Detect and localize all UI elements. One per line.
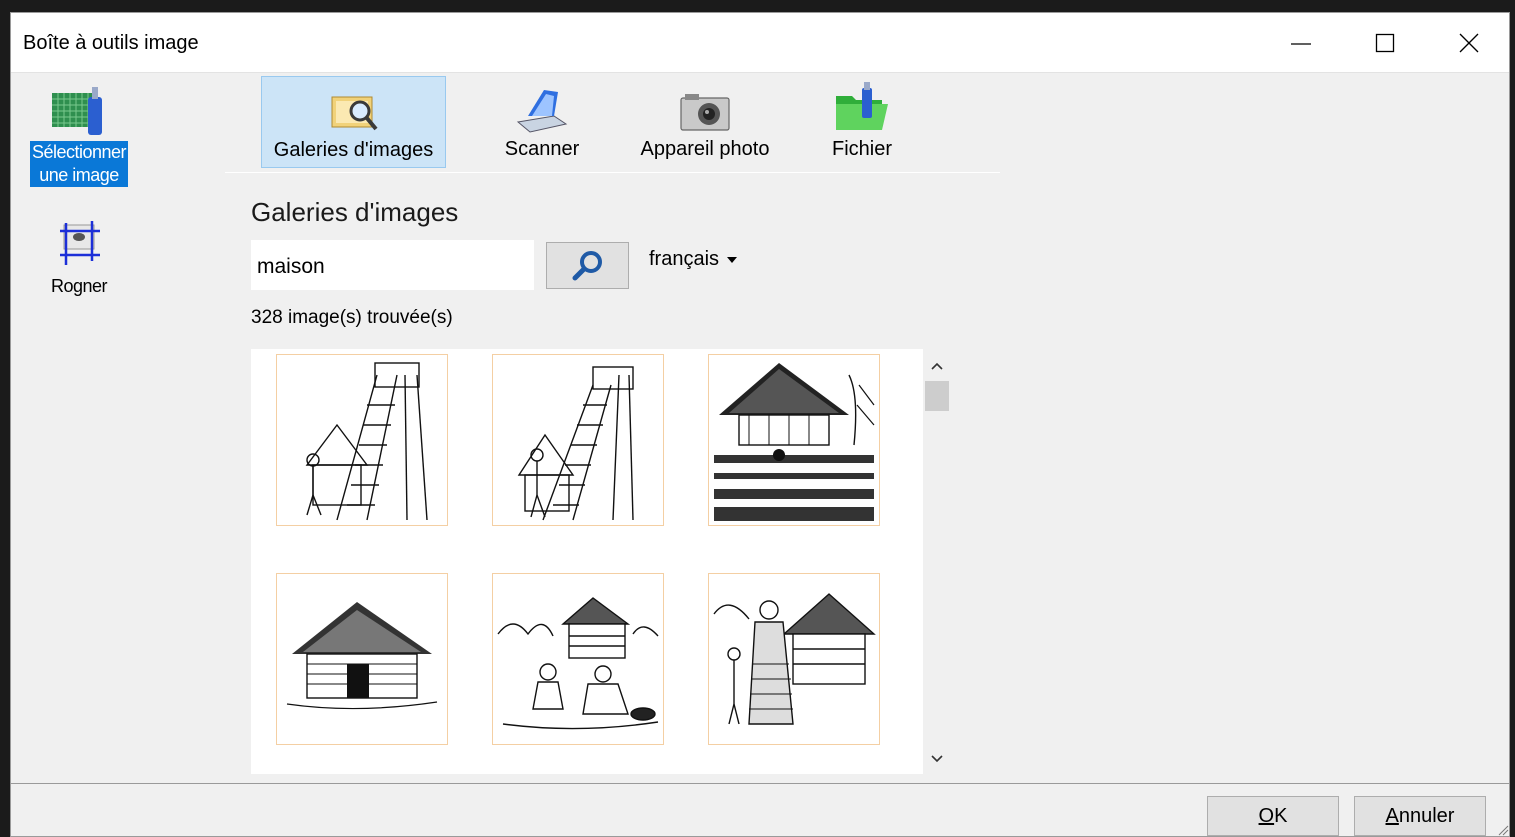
- tab-scanner[interactable]: Scanner: [487, 76, 597, 168]
- search-icon: [572, 250, 602, 280]
- thatched-house-illustration: [286, 602, 438, 710]
- thatched-house-garden-illustration: [714, 363, 875, 521]
- resize-grip-icon[interactable]: [1495, 822, 1509, 836]
- tab-camera[interactable]: Appareil photo: [625, 76, 785, 168]
- image-gallery-grid: [251, 349, 923, 774]
- ok-label-rest: K: [1274, 804, 1288, 827]
- chevron-down-icon: [931, 755, 943, 763]
- gallery-thumbnail[interactable]: [492, 573, 664, 745]
- chevron-up-icon: [931, 362, 943, 370]
- gallery-thumbnail[interactable]: [276, 354, 448, 526]
- tool-select-image[interactable]: Sélectionner une image: [17, 83, 141, 187]
- gallery-thumbnail[interactable]: [708, 573, 880, 745]
- cancel-button[interactable]: Annuler: [1354, 796, 1486, 836]
- search-input[interactable]: [251, 240, 534, 290]
- crop-icon: [17, 217, 141, 271]
- window-title: Boîte à outils image: [23, 32, 199, 54]
- dropdown-arrow-icon: [727, 256, 738, 263]
- tool-crop[interactable]: Rogner: [17, 217, 141, 298]
- tab-file-label: Fichier: [831, 138, 892, 160]
- mother-children-house-illustration: [713, 593, 876, 725]
- village-people-illustration: [497, 597, 659, 730]
- select-image-label-line1: Sélectionner: [31, 142, 127, 162]
- ok-mnemonic: O: [1258, 804, 1275, 827]
- tab-camera-label: Appareil photo: [640, 138, 770, 160]
- gallery-scrollbar[interactable]: [923, 349, 951, 774]
- select-image-icon: [17, 83, 141, 137]
- image-toolbox-window: Boîte à outils image Sélectionner une im…: [10, 12, 1510, 837]
- watchtower-illustration: [517, 366, 634, 521]
- maximize-button[interactable]: [1343, 13, 1427, 72]
- gallery-thumbnail[interactable]: [708, 354, 880, 526]
- gallery-thumbnail[interactable]: [276, 573, 448, 745]
- camera-icon: [625, 76, 785, 134]
- result-count: 328 image(s) trouvée(s): [251, 307, 453, 328]
- select-image-label-line2: une image: [39, 165, 119, 185]
- cancel-mnemonic: A: [1385, 804, 1399, 827]
- scroll-down-button[interactable]: [923, 748, 951, 770]
- minimize-button[interactable]: [1259, 13, 1343, 72]
- language-label: français: [649, 248, 720, 270]
- image-source-tabs: Galeries d'images Scanner Appareil photo…: [225, 73, 1000, 173]
- folder-icon: [817, 76, 907, 134]
- gallery-section-title: Galeries d'images: [251, 197, 459, 227]
- cancel-label-rest: nnuler: [1398, 804, 1455, 827]
- maximize-icon: [1375, 33, 1395, 52]
- scroll-thumb[interactable]: [925, 381, 949, 411]
- close-icon: [1459, 33, 1479, 52]
- tab-image-galleries[interactable]: Galeries d'images: [261, 76, 446, 168]
- language-dropdown[interactable]: français: [649, 248, 738, 271]
- minimize-icon: [1291, 42, 1311, 45]
- tab-file[interactable]: Fichier: [817, 76, 907, 168]
- watchtower-illustration: [305, 362, 428, 521]
- ok-button[interactable]: OK: [1207, 796, 1339, 836]
- scroll-up-button[interactable]: [923, 355, 951, 377]
- scanner-icon: [487, 76, 597, 134]
- crop-label: Rogner: [50, 276, 108, 296]
- title-bar: Boîte à outils image: [11, 13, 1509, 73]
- gallery-thumbnail[interactable]: [492, 354, 664, 526]
- select-image-label: Sélectionner une image: [29, 141, 129, 187]
- tab-scanner-label: Scanner: [504, 138, 580, 160]
- image-gallery-icon: [262, 77, 445, 135]
- close-button[interactable]: [1427, 13, 1511, 72]
- tab-image-galleries-label: Galeries d'images: [273, 139, 434, 161]
- search-button[interactable]: [546, 242, 629, 289]
- dialog-button-bar: OK Annuler: [11, 783, 1509, 836]
